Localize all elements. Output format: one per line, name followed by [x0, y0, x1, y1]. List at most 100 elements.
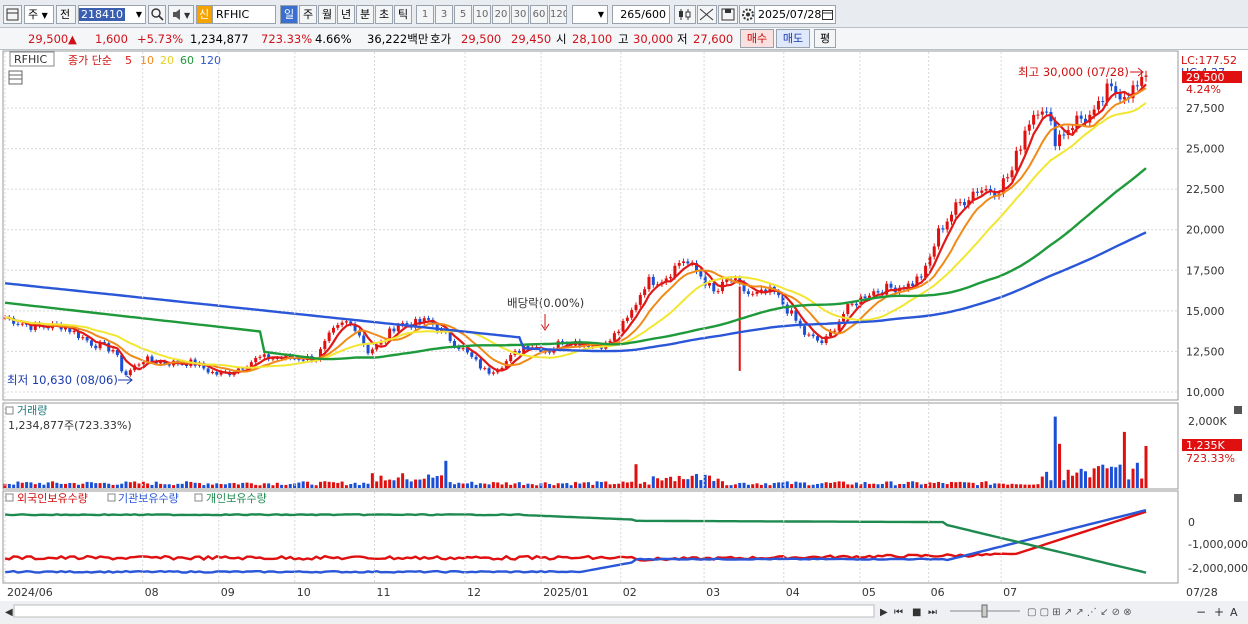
pane-box-icon — [5, 493, 14, 502]
volume-bar — [431, 477, 435, 488]
period-tab[interactable]: 틱 — [394, 5, 412, 24]
layout-icon[interactable] — [3, 5, 22, 24]
candle-body — [1032, 114, 1036, 125]
interval-tab[interactable]: 3 — [435, 5, 453, 24]
volume-bar — [647, 484, 651, 488]
volume-bar — [841, 481, 845, 488]
zoom-out-icon[interactable]: − — [1196, 605, 1206, 619]
tool-icons[interactable]: ▢ ▢ ⊞ ↗ ↗ ⋰ ↙ ⊘ ⊗ — [1027, 607, 1132, 618]
interval-tab[interactable]: 30 — [511, 5, 529, 24]
scrollbar-track[interactable] — [13, 604, 875, 618]
volume-bar — [38, 482, 42, 488]
chart-svg[interactable]: 27,500 25,000 22,500 20,000 17,500 15,000 12,5… — [0, 50, 1248, 621]
forward-icon[interactable]: ⏭ — [928, 607, 937, 618]
candle-body — [517, 350, 521, 353]
pane-close-icon[interactable] — [1234, 406, 1242, 414]
volume-bar — [440, 475, 444, 488]
candle-body — [461, 348, 465, 350]
pane-box-icon — [5, 406, 14, 415]
interval-tab[interactable]: 120 — [549, 5, 567, 24]
x-axis-label: 06 — [931, 586, 945, 599]
period-tab[interactable]: 월 — [318, 5, 336, 24]
volume-bar — [772, 482, 776, 488]
candle-body — [1140, 76, 1144, 86]
volume-bar — [1083, 471, 1087, 488]
crosshair-icon[interactable] — [697, 5, 717, 24]
prev-button[interactable]: 전 — [56, 5, 76, 24]
individual-legend: 개인보유수량 — [206, 492, 267, 505]
period-tab[interactable]: 주 — [299, 5, 317, 24]
candle-body — [483, 368, 487, 370]
count-input[interactable]: 265/600 — [612, 5, 670, 24]
volume-bar — [1001, 483, 1005, 488]
volume-bar — [669, 476, 673, 488]
volume-bar — [924, 483, 928, 488]
volume-bar — [962, 482, 966, 488]
text-tool-icon[interactable]: A — [1230, 606, 1238, 619]
quote-bar: 29,500 ▲ 1,600 +5.73% 1,234,877 723.33% … — [0, 28, 1248, 50]
sell-button[interactable]: 매도 — [776, 29, 810, 48]
candle-body — [612, 333, 616, 341]
code-input[interactable]: 218410 ▼ — [78, 5, 146, 24]
candle-body — [1014, 150, 1018, 171]
scroll-right-icon[interactable]: ▶ — [880, 607, 888, 618]
volume-bar — [448, 482, 452, 488]
candle-body — [820, 340, 824, 343]
period-tab[interactable]: 일 — [280, 5, 298, 24]
zoom-slider-handle[interactable] — [981, 604, 988, 618]
volume-bar — [807, 485, 811, 488]
x-axis-label: 2024/06 — [7, 586, 53, 599]
volume-bar — [941, 482, 945, 488]
calendar-icon[interactable] — [822, 9, 833, 20]
pane-close-icon[interactable] — [1234, 494, 1242, 502]
period-tab[interactable]: 분 — [356, 5, 374, 24]
volume-bar — [310, 484, 314, 488]
date-input[interactable]: 2025/07/28 — [754, 5, 836, 24]
table-icon[interactable] — [8, 70, 23, 85]
volume-bar — [267, 483, 271, 488]
volume-bar — [906, 481, 910, 488]
stock-name[interactable]: RFHIC — [212, 5, 276, 24]
ma60-line — [4, 167, 1147, 361]
volume-bar — [980, 482, 984, 488]
interval-custom-select[interactable]: ▼ — [572, 5, 608, 24]
period-tab[interactable]: 초 — [375, 5, 393, 24]
volume-bar — [245, 482, 249, 488]
interval-tab[interactable]: 10 — [473, 5, 491, 24]
volume-bar — [68, 483, 72, 488]
x-axis-label: 11 — [376, 586, 390, 599]
market-select[interactable]: 주 ▼ — [24, 5, 54, 24]
volume-bar — [1023, 484, 1027, 488]
interval-tab[interactable]: 60 — [530, 5, 548, 24]
high-price: 30,000 — [633, 32, 674, 46]
volume-bar — [720, 481, 724, 488]
candle-body — [1092, 109, 1096, 115]
rewind-icon[interactable]: ⏮ — [894, 607, 903, 618]
volume-bar — [1006, 484, 1010, 488]
eval-button[interactable]: 평 — [814, 29, 836, 48]
candle-body — [262, 354, 266, 357]
interval-tab[interactable]: 5 — [454, 5, 472, 24]
current-price: 29,500 — [28, 32, 69, 46]
period-tab[interactable]: 년 — [337, 5, 355, 24]
candlestick-icon[interactable] — [674, 5, 696, 24]
candle-body — [608, 340, 612, 343]
candle-body — [945, 221, 949, 230]
price-axis-tick: 12,500 — [1186, 345, 1225, 358]
zoom-in-icon[interactable]: + — [1214, 605, 1224, 619]
candle-body — [919, 276, 923, 278]
interval-tab[interactable]: 20 — [492, 5, 510, 24]
volume-bar — [945, 484, 949, 488]
candle-body — [427, 318, 431, 320]
scroll-left-icon[interactable]: ◀ — [5, 607, 13, 618]
search-icon[interactable] — [148, 5, 166, 24]
stop-icon[interactable]: ■ — [912, 607, 921, 618]
chart-area[interactable]: 27,500 25,000 22,500 20,000 17,500 15,000 12,5… — [0, 50, 1248, 621]
interval-tab[interactable]: 1 — [416, 5, 434, 24]
dropdown-arrow-icon[interactable]: ▼ — [136, 6, 142, 23]
buy-button[interactable]: 매수 — [740, 29, 774, 48]
volume-bar — [120, 483, 124, 488]
candle-body — [712, 283, 716, 292]
speaker-icon[interactable]: ▼ — [168, 5, 194, 24]
save-icon[interactable] — [718, 5, 738, 24]
